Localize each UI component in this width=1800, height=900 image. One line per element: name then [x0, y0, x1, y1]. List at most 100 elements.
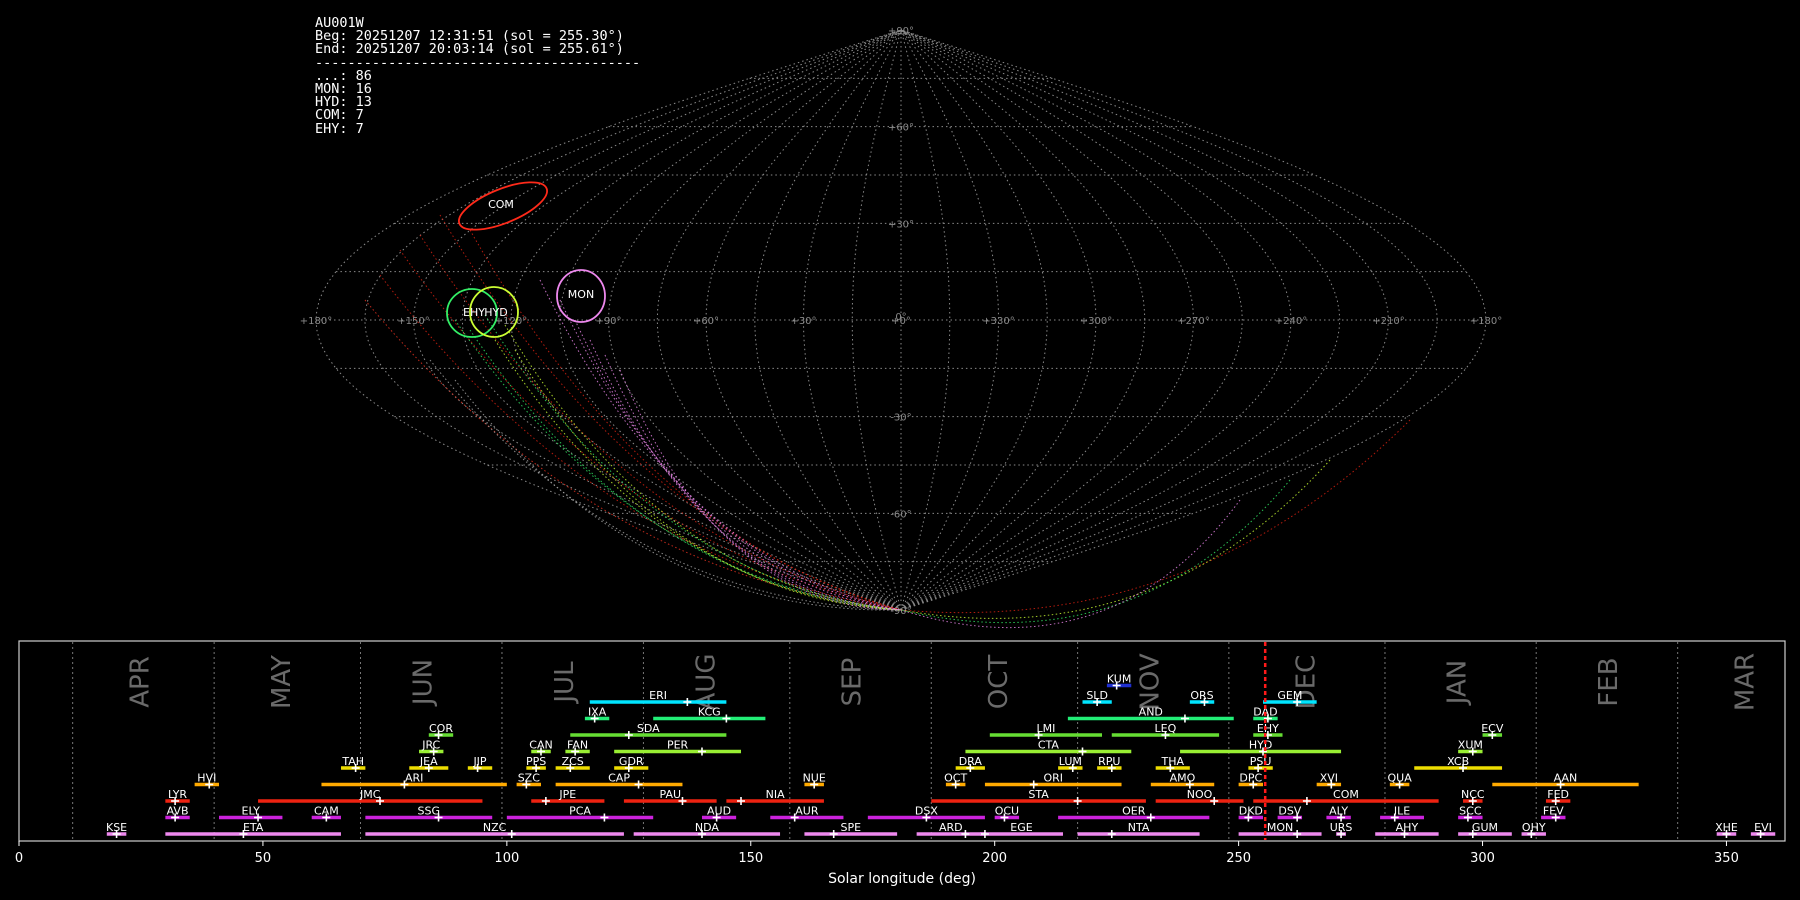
shower-label: DPC	[1239, 772, 1262, 785]
shower-item-cor: COR	[428, 722, 453, 739]
shower-item-cta: CTA	[965, 739, 1132, 756]
meteor-trail	[900, 459, 1331, 619]
shower-label: AHY	[1396, 821, 1419, 834]
shower-label: EGE	[1010, 821, 1032, 834]
shower-item-ssg: SSG	[365, 805, 493, 822]
radiant-label-ehy: EHY	[463, 306, 485, 319]
latitude-label: +90°	[888, 26, 914, 37]
longitude-label: +270°	[1177, 316, 1209, 327]
meteor-trail	[379, 274, 902, 611]
shower-label: COM	[1333, 788, 1359, 801]
shower-item-kum: KUM	[1107, 673, 1131, 690]
shower-item-tha: THA	[1155, 755, 1190, 772]
x-axis-label: Solar longitude (deg)	[828, 871, 976, 887]
shower-item-psu: PSU	[1248, 755, 1273, 772]
shower-label: AND	[1139, 706, 1163, 719]
shower-item-gum: GUM	[1458, 821, 1512, 838]
x-tick-label: 350	[1714, 851, 1739, 866]
shower-label: RPU	[1098, 755, 1120, 768]
shower-item-amo: AMO	[1150, 772, 1215, 789]
shower-label: XUM	[1458, 739, 1483, 752]
shower-item-ari: ARI	[321, 772, 507, 789]
month-label: JUN	[408, 659, 438, 707]
shower-item-aly: ALY	[1326, 805, 1351, 822]
shower-label: NTA	[1128, 821, 1150, 834]
shower-item-szc: SZC	[516, 772, 541, 789]
shower-label: EVI	[1754, 821, 1772, 834]
month-label: JUL	[550, 661, 580, 705]
shower-label: OER	[1122, 805, 1146, 818]
shower-label: GEM	[1277, 689, 1302, 702]
shower-label: SCC	[1459, 805, 1482, 818]
shower-item-spe: SPE	[804, 821, 898, 838]
shower-label: ARI	[405, 772, 423, 785]
shower-item-xum: XUM	[1458, 739, 1483, 756]
shower-item-tah: TAH	[340, 755, 366, 772]
shower-label: NZC	[483, 821, 507, 834]
shower-label: NOO	[1187, 788, 1213, 801]
shower-label: CAM	[314, 805, 339, 818]
radiant-label-hyd: HYD	[484, 306, 507, 319]
shower-item-pca: PCA	[506, 805, 654, 822]
shower-item-kcg: KCG	[653, 706, 766, 723]
shower-item-aan: AAN	[1492, 772, 1639, 789]
shower-item-mon: MON	[1238, 821, 1322, 838]
shower-item-ard: ARD	[916, 821, 985, 838]
radiant-label-mon: MON	[568, 288, 594, 301]
shower-label: DKD	[1239, 805, 1263, 818]
meteor-trail	[494, 339, 902, 611]
shower-label: PAU	[660, 788, 682, 801]
month-label: MAR	[1730, 653, 1760, 711]
shower-label: ILE	[1394, 805, 1410, 818]
shower-label: NUE	[803, 772, 826, 785]
shower-item-jea: JEA	[409, 755, 449, 772]
meteor-trail	[514, 349, 902, 611]
latitude-label: +60°	[888, 123, 914, 134]
shower-label: ORI	[1043, 772, 1063, 785]
shower-item-sda: SDA	[570, 722, 727, 739]
shower-label: AAN	[1554, 772, 1578, 785]
radiant-markers: COM MON EHY HYD	[446, 181, 606, 338]
shower-item-cap: CAP	[555, 772, 683, 789]
x-tick-label: 0	[15, 851, 23, 866]
shower-item-ohy: OHY	[1521, 821, 1546, 838]
shower-item-nia: NIA	[726, 788, 824, 805]
shower-item-kse: KSE	[106, 821, 127, 838]
shower-label: URS	[1330, 821, 1353, 834]
shower-label: SSG	[418, 805, 441, 818]
sky-map: +90°+60°+30°0°-30°-60°-90°+180° +150° +120…	[300, 26, 1502, 629]
shower-label: PER	[667, 739, 689, 752]
shower-item-jip: JIP	[467, 755, 493, 772]
shower-label: COR	[429, 722, 453, 735]
shower-label: ETA	[243, 821, 264, 834]
shower-label: KCG	[698, 706, 721, 719]
shower-item-ors: ORS	[1189, 689, 1215, 706]
meteor-trail	[439, 214, 902, 611]
shower-label: NCC	[1461, 788, 1485, 801]
meteor-trail	[504, 324, 902, 611]
shower-bars: KUMERISLDORSGEMIXAKCGANDDADCORSDALMILEQE…	[106, 673, 1776, 838]
x-axis: 0 50 100 150 200 250 300 350	[15, 841, 1739, 866]
shower-item-dsv: DSV	[1277, 805, 1303, 822]
shower-item-avb: AVB	[165, 805, 190, 822]
shower-item-fev: FEV	[1541, 805, 1566, 822]
shower-item-xvi: XVI	[1316, 772, 1342, 789]
longitude-label: +0°	[891, 316, 911, 327]
shower-item-ori: ORI	[984, 772, 1122, 789]
shower-label: SPE	[840, 821, 861, 834]
shower-item-oer: OER	[1058, 805, 1210, 822]
meteor-trail	[900, 479, 1291, 624]
shower-label: LMI	[1036, 722, 1055, 735]
longitude-label: +240°	[1275, 316, 1307, 327]
shower-label: THA	[1160, 755, 1184, 768]
shower-item-jpe: JPE	[531, 788, 605, 805]
shower-label: HYD	[1249, 739, 1272, 752]
radiant-label-com: COM	[488, 198, 514, 211]
shower-item-nzc: NZC	[365, 821, 624, 838]
shower-label: JIP	[472, 755, 486, 768]
longitude-label: +180°	[1470, 316, 1502, 327]
shower-item-ehy: EHY	[1253, 722, 1283, 739]
month-label: JAN	[1443, 660, 1473, 706]
shower-item-hyd: HYD	[1180, 739, 1342, 756]
shower-item-lmi: LMI	[989, 722, 1103, 739]
